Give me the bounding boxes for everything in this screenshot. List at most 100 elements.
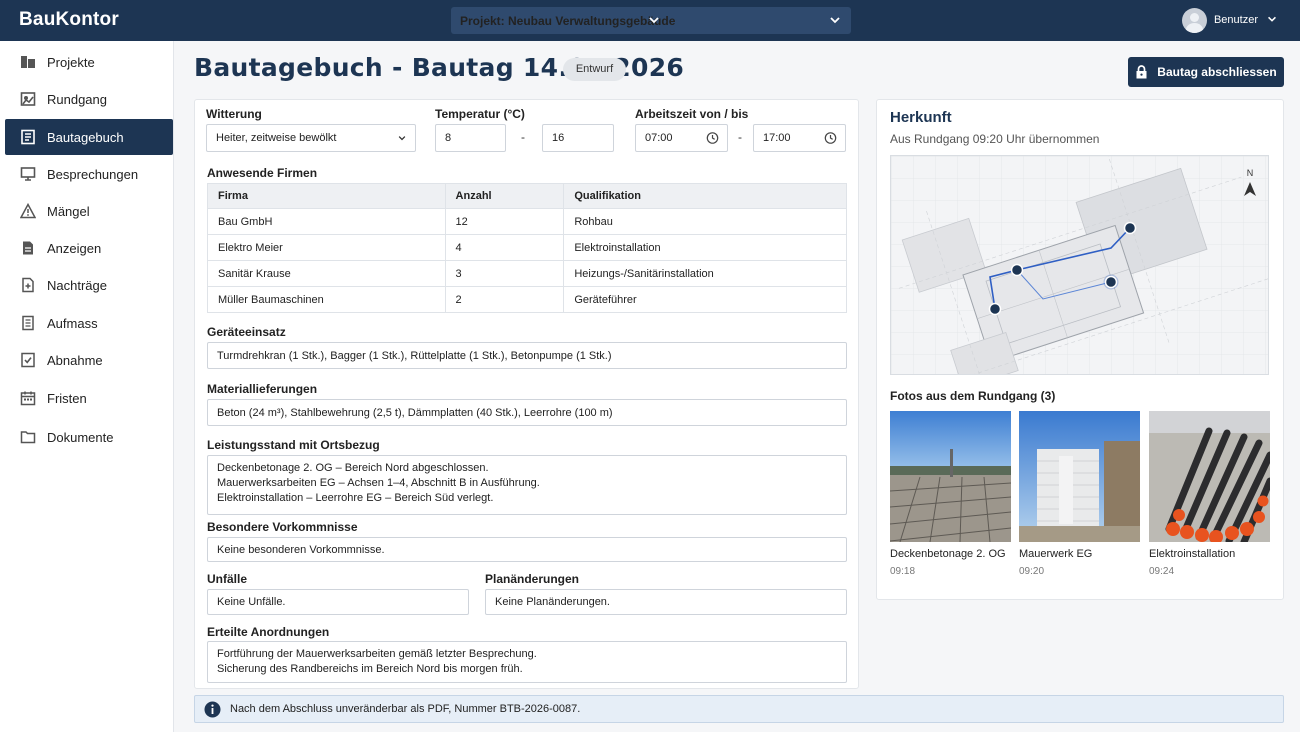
temperature-min-field[interactable]: 8 [435, 124, 506, 152]
accidents-field[interactable]: Keine Unfälle. [207, 589, 469, 615]
status-badge: Entwurf [563, 58, 626, 81]
orders-line: Fortführung der Mauerwerksarbeiten gemäß… [217, 648, 537, 660]
temperature-max-field[interactable]: 16 [542, 124, 614, 152]
photo-time: 09:20 [1019, 566, 1045, 577]
project-select[interactable]: Projekt: Neubau Verwaltungsgebäude [451, 7, 851, 34]
work-from-field[interactable]: 07:00 [635, 124, 728, 152]
user-menu[interactable]: Benutzer [1181, 7, 1278, 33]
sidebar-item-label: Mängel [47, 203, 90, 219]
sidebar: Projekte Rundgang Bautagebuch Besprechun… [0, 41, 174, 732]
column-header: Anzahl [444, 183, 565, 209]
site-plan-map[interactable]: N [890, 155, 1269, 375]
planchanges-field[interactable]: Keine Planänderungen. [485, 589, 847, 615]
photo-caption: Mauerwerk EG [1019, 548, 1093, 560]
origin-title: Herkunft [890, 109, 952, 126]
weather-select[interactable]: Heiter, zeitweise bewölkt [206, 124, 416, 152]
sidebar-item-label: Aufmass [47, 315, 98, 331]
close-day-button[interactable]: Bautag abschliessen [1128, 57, 1284, 87]
orders-textarea[interactable]: Fortführung der Mauerwerksarbeiten gemäß… [207, 641, 847, 683]
sidebar-item-anzeigen[interactable]: Anzeigen [5, 230, 173, 266]
north-label: N [1247, 168, 1254, 178]
folders-icon [20, 54, 36, 70]
app-brand: BauKontor [19, 9, 119, 30]
temperature-label: Temperatur (°C) [435, 107, 525, 121]
warning-icon [20, 203, 36, 219]
sidebar-item-besprechungen[interactable]: Besprechungen [5, 156, 173, 192]
worktime-label: Arbeitszeit von / bis [635, 107, 749, 121]
planchanges-value: Keine Planänderungen. [495, 596, 610, 608]
column-header: Qualifikation [563, 183, 847, 209]
work-from-value: 07:00 [645, 132, 673, 144]
table-row[interactable]: Sanitär Krause 3 Heizungs-/Sanitärinstal… [207, 260, 847, 287]
photo-thumbnail[interactable] [890, 411, 1011, 542]
accidents-value: Keine Unfälle. [217, 596, 286, 608]
work-to-value: 17:00 [763, 132, 791, 144]
progress-line: Deckenbetonage 2. OG – Bereich Nord abge… [217, 462, 489, 474]
table-cell: 4 [444, 234, 565, 261]
progress-line: Mauerwerksarbeiten EG – Achsen 1–4, Absc… [217, 477, 540, 489]
weather-value: Heiter, zeitweise bewölkt [216, 132, 337, 144]
incidents-field[interactable]: Keine besonderen Vorkommnisse. [207, 537, 847, 562]
photo-thumbnail[interactable] [1019, 411, 1140, 542]
photos-title: Fotos aus dem Rundgang (3) [890, 389, 1056, 403]
materials-field[interactable]: Beton (24 m³), Stahlbewehrung (2,5 t), D… [207, 399, 847, 426]
logbook-icon [20, 129, 36, 145]
sidebar-item-label: Dokumente [47, 429, 114, 445]
document-icon [20, 240, 36, 256]
sidebar-item-nachtraege[interactable]: Nachträge [5, 267, 173, 303]
clipboard-icon [20, 315, 36, 331]
sidebar-item-maengel[interactable]: Mängel [5, 193, 173, 229]
table-cell: Elektroinstallation [563, 234, 847, 261]
planchanges-label: Planänderungen [485, 572, 580, 586]
chevron-down-icon [647, 13, 661, 30]
sidebar-item-label: Bautagebuch [47, 129, 124, 145]
clock-icon [706, 132, 719, 145]
sidebar-item-rundgang[interactable]: Rundgang [5, 81, 173, 117]
sidebar-item-aufmass[interactable]: Aufmass [5, 305, 173, 341]
sidebar-item-label: Abnahme [47, 352, 103, 368]
materials-label: Materiallieferungen [207, 382, 318, 396]
photo-time: 09:18 [890, 566, 916, 577]
chevron-down-icon [397, 133, 407, 143]
incidents-label: Besondere Vorkommnisse [207, 520, 358, 534]
firms-label: Anwesende Firmen [207, 166, 318, 180]
info-text: Nach dem Abschluss unveränderbar als PDF… [230, 703, 581, 715]
photo-time: 09:24 [1149, 566, 1175, 577]
sidebar-item-projekte[interactable]: Projekte [5, 44, 173, 80]
orders-line: Sicherung des Randbereichs im Bereich No… [217, 663, 523, 675]
table-row[interactable]: Elektro Meier 4 Elektroinstallation [207, 234, 847, 261]
table-row[interactable]: Bau GmbH 12 Rohbau [207, 208, 847, 235]
equipment-value: Turmdrehkran (1 Stk.), Bagger (1 Stk.), … [217, 349, 612, 362]
chevron-down-icon [828, 13, 842, 30]
photo-caption: Deckenbetonage 2. OG [890, 548, 1006, 560]
lock-icon [1135, 65, 1148, 79]
sidebar-item-label: Rundgang [47, 91, 107, 107]
temperature-dash: - [521, 130, 525, 144]
accidents-label: Unfälle [207, 572, 248, 586]
column-header: Firma [207, 183, 446, 209]
photo-thumbnail[interactable] [1149, 411, 1270, 542]
table-cell: Sanitär Krause [207, 260, 446, 287]
equipment-field[interactable]: Turmdrehkran (1 Stk.), Bagger (1 Stk.), … [207, 342, 847, 369]
sidebar-item-label: Fristen [47, 390, 87, 406]
chevron-down-icon [1266, 13, 1278, 28]
calendar-icon [20, 390, 36, 406]
sidebar-item-fristen[interactable]: Fristen [5, 380, 173, 416]
progress-label: Leistungsstand mit Ortsbezug [207, 438, 380, 452]
walk-icon [20, 91, 36, 107]
table-cell: Rohbau [563, 208, 847, 235]
table-cell: Heizungs-/Sanitärinstallation [563, 260, 847, 287]
sidebar-item-abnahme[interactable]: Abnahme [5, 342, 173, 378]
project-select-label: Projekt: Neubau Verwaltungsgebäude [460, 14, 676, 28]
table-row[interactable]: Müller Baumaschinen 2 Geräteführer [207, 286, 847, 313]
sidebar-item-bautagebuch[interactable]: Bautagebuch [5, 119, 173, 155]
avatar [1181, 7, 1207, 33]
sidebar-item-dokumente[interactable]: Dokumente [5, 419, 173, 455]
monitor-icon [20, 166, 36, 182]
work-to-field[interactable]: 17:00 [753, 124, 846, 152]
sidebar-item-label: Nachträge [47, 277, 107, 293]
progress-textarea[interactable]: Deckenbetonage 2. OG – Bereich Nord abge… [207, 455, 847, 515]
temperature-min-value: 8 [445, 132, 452, 144]
temperature-max-value: 16 [552, 132, 565, 144]
materials-value: Beton (24 m³), Stahlbewehrung (2,5 t), D… [217, 406, 613, 419]
